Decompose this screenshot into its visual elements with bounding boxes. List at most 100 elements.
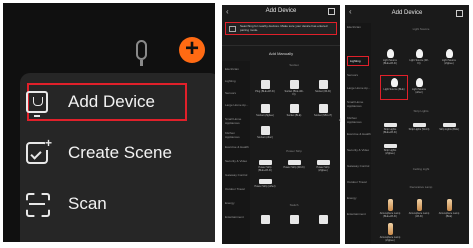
device-tile[interactable] xyxy=(312,215,334,224)
category-item[interactable]: Sensors xyxy=(225,91,249,95)
bulb-icon xyxy=(415,78,423,87)
category-item[interactable]: Gateway Control xyxy=(347,164,371,168)
category-item[interactable]: Kitchen Appliances xyxy=(347,116,371,124)
category-item[interactable]: Large Home Ap... xyxy=(347,86,371,90)
category-item[interactable]: Small Home Appliances xyxy=(225,117,249,125)
category-item[interactable]: Electrician xyxy=(225,67,249,71)
device-tile[interactable]: Light Source (BLE+Wi-Fi) xyxy=(379,49,401,65)
device-label: Power Strip (BLE+Wi-Fi) xyxy=(258,166,272,172)
device-tile[interactable]: Power Strip (Zigbee) xyxy=(312,160,334,172)
add-device-panel: ‹ Add Device Searching for nearby device… xyxy=(222,5,340,244)
device-tile[interactable] xyxy=(254,215,276,224)
device-tile[interactable]: Power Strip (other) xyxy=(254,179,276,188)
category-item[interactable]: Small Home Appliances xyxy=(347,100,371,108)
device-tile[interactable]: Atmosphere Lamp (BLE) xyxy=(438,199,460,218)
device-label: Socket (BLE) xyxy=(286,114,302,117)
power-strip-icon xyxy=(316,160,330,165)
microphone-icon[interactable] xyxy=(136,40,147,66)
device-label: Power Strip (Wi-Fi) xyxy=(283,166,305,169)
device-label: Atmosphere Lamp (BLE) xyxy=(438,212,460,218)
lamp-icon xyxy=(416,199,422,211)
category-item[interactable]: Sensors xyxy=(347,73,371,77)
bulb-icon xyxy=(415,49,423,58)
category-item[interactable]: Exercise & Health xyxy=(347,132,371,136)
device-tile[interactable]: Strip Lights (BLE+Wi-Fi) xyxy=(379,121,401,134)
category-item[interactable]: Security & Video xyxy=(225,159,249,163)
section-title: Add Manually xyxy=(268,51,294,56)
device-tile[interactable] xyxy=(283,215,305,224)
category-item[interactable]: Lighting xyxy=(225,79,249,83)
socket-icon xyxy=(289,104,299,113)
chevron-left-icon: ‹ xyxy=(339,117,342,124)
power-strip-icon xyxy=(287,160,301,165)
device-tile[interactable]: Strip Lights (Zigbee) xyxy=(379,142,401,155)
category-sidebar: Electrician Lighting Sensors Large Home … xyxy=(345,23,371,244)
plus-icon[interactable]: + xyxy=(179,37,205,63)
category-item[interactable]: Energy xyxy=(225,201,249,205)
banner-text: Searching for nearby devices. Make sure … xyxy=(240,24,328,32)
device-tile[interactable]: Strip Lights (BLE) xyxy=(438,121,460,131)
app-home-panel: + Add Device Create Scene Scan xyxy=(3,3,215,242)
page-title: Add Device xyxy=(391,10,423,16)
device-label: Socket (NB-IoT) xyxy=(314,114,332,117)
search-banner[interactable]: Searching for nearby devices. Make sure … xyxy=(225,22,337,35)
device-label: Light Source (BLE+Wi-Fi) xyxy=(382,59,398,65)
socket-icon xyxy=(318,104,328,113)
category-item[interactable]: Gateway Control xyxy=(225,173,249,177)
device-tile[interactable]: Socket (BLE+Wi-Fi) xyxy=(283,80,305,96)
category-item[interactable]: Outdoor Travel xyxy=(225,187,249,191)
device-label: Socket (BLE+Wi-Fi) xyxy=(284,90,304,96)
device-tile[interactable]: Light Source (Zigbee) xyxy=(438,49,460,65)
scan-icon[interactable] xyxy=(456,10,463,17)
category-item[interactable]: Entertainment xyxy=(347,212,371,216)
device-tile[interactable]: Atmosphere Lamp (Zigbee) xyxy=(379,223,401,242)
device-tile[interactable]: Atmosphere Lamp (BLE+Wi-Fi) xyxy=(379,199,401,218)
category-item[interactable]: Security & Video xyxy=(347,148,371,152)
category-item-selected[interactable]: Lighting xyxy=(347,56,369,66)
device-label: Socket (Wi-Fi) xyxy=(315,90,331,93)
device-tile[interactable]: Power Strip (BLE+Wi-Fi) xyxy=(254,160,276,172)
group-title: Strip Lights xyxy=(413,109,429,113)
socket-icon xyxy=(318,80,328,89)
menu-item-label: Scan xyxy=(68,194,107,213)
power-strip-icon xyxy=(258,179,272,184)
device-tile[interactable]: Strip Lights (Wi-Fi) xyxy=(408,121,430,131)
device-tile[interactable]: Socket (other) xyxy=(254,126,276,139)
device-tile[interactable]: Light Source (Wi-Fi) xyxy=(408,49,430,65)
scan-icon[interactable] xyxy=(328,8,335,15)
device-tile[interactable]: Power Strip (Wi-Fi) xyxy=(283,160,305,169)
scan-icon xyxy=(26,193,48,215)
lamp-icon xyxy=(446,199,452,211)
device-tile[interactable]: Socket (BLE) xyxy=(283,104,305,117)
socket-icon xyxy=(289,80,299,89)
category-item[interactable]: Electrician xyxy=(347,25,371,29)
bulb-icon xyxy=(390,78,398,87)
device-label: Power Strip (Zigbee) xyxy=(316,166,330,172)
device-label: Plug (BLE+Wi-Fi) xyxy=(255,90,275,93)
device-tile[interactable]: Atmosphere Lamp (Wi-Fi) xyxy=(408,199,430,218)
device-tile[interactable]: Socket (Zigbee) xyxy=(254,104,276,117)
page-title: Add Device xyxy=(265,8,297,14)
switch-icon xyxy=(260,215,270,224)
category-item[interactable]: Outdoor Travel xyxy=(347,180,371,184)
menu-item-add-device[interactable]: Add Device xyxy=(26,87,196,117)
category-item[interactable]: Entertainment xyxy=(225,215,249,219)
device-tile[interactable]: Light Source (other) xyxy=(408,78,430,94)
device-tile[interactable]: Plug (BLE+Wi-Fi) xyxy=(254,80,276,93)
device-label: Light Source (Zigbee) xyxy=(441,59,457,65)
group-title: Decorative Lamp xyxy=(409,185,433,189)
device-tile[interactable]: Socket (NB-IoT) xyxy=(312,104,334,117)
category-item[interactable]: Kitchen Appliances xyxy=(225,131,249,139)
device-label: Socket (other) xyxy=(257,136,273,139)
device-tile[interactable]: Light Source (BLE) xyxy=(383,78,405,91)
device-label: Light Source (other) xyxy=(411,88,427,94)
menu-item-scan[interactable]: Scan xyxy=(26,189,196,219)
category-item[interactable]: Large Home Ap... xyxy=(225,103,249,107)
menu-item-create-scene[interactable]: Create Scene xyxy=(26,136,196,168)
header: ‹ Add Device xyxy=(222,5,340,19)
device-tile[interactable]: Socket (Wi-Fi) xyxy=(312,80,334,93)
device-label: Strip Lights (Wi-Fi) xyxy=(408,128,430,131)
device-label: Light Source (BLE) xyxy=(383,88,405,91)
category-item[interactable]: Energy xyxy=(347,196,371,200)
category-item[interactable]: Exercise & Health xyxy=(225,145,249,149)
